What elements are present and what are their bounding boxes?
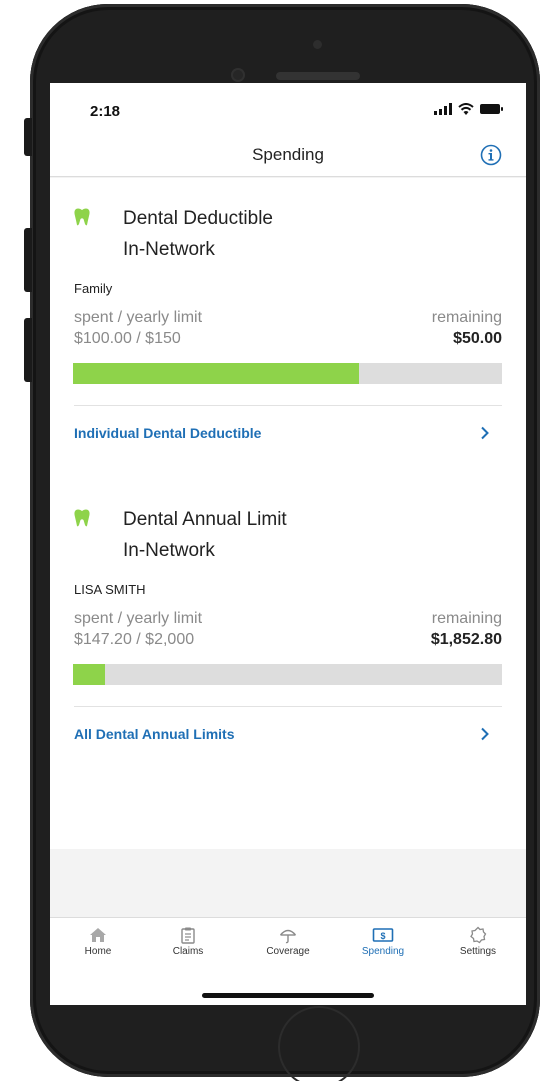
card-title: Dental Annual Limit <box>123 509 287 530</box>
tab-home[interactable]: Home <box>58 926 138 957</box>
progress-bar <box>73 664 502 685</box>
all-annual-limits-link[interactable]: All Dental Annual Limits <box>74 726 235 742</box>
annual-limit-card: Dental Annual Limit In-Network LISA SMIT… <box>50 479 526 849</box>
spent-value: $100.00 / $150 <box>74 330 181 347</box>
remaining-label: remaining <box>431 309 502 326</box>
remaining-value: $50.00 <box>453 330 502 347</box>
chevron-right-icon[interactable] <box>480 727 490 741</box>
tab-claims[interactable]: Claims <box>148 926 228 957</box>
mute-switch <box>24 118 32 156</box>
spent-label: spent / yearly limit <box>74 309 203 326</box>
tab-label: Claims <box>172 946 204 957</box>
tab-label: Spending <box>361 946 405 957</box>
clipboard-icon <box>181 927 195 944</box>
status-icons <box>434 103 504 115</box>
volume-up-button <box>24 228 32 292</box>
tooth-icon <box>74 208 90 226</box>
signal-icon <box>434 103 452 115</box>
progress-fill <box>73 363 360 384</box>
tab-spending[interactable]: $ Spending <box>343 926 423 957</box>
tab-label: Home <box>84 946 112 957</box>
nav-bar: Spending <box>50 135 526 177</box>
individual-deductible-link[interactable]: Individual Dental Deductible <box>74 425 261 441</box>
battery-icon <box>480 104 503 114</box>
spent-value: $147.20 / $2,000 <box>74 631 195 648</box>
remaining-value: $1,852.80 <box>430 631 502 648</box>
svg-text:$: $ <box>380 931 385 941</box>
dollar-card-icon: $ <box>372 928 394 942</box>
earpiece-speaker <box>276 72 360 80</box>
info-icon[interactable] <box>480 144 502 166</box>
app-screen: 2:18 Spending Dental Deductible In-Netwo… <box>50 83 526 1005</box>
proximity-sensor <box>231 68 245 82</box>
page-title: Spending <box>252 145 324 164</box>
progress-bar <box>73 363 502 384</box>
tab-label: Coverage <box>266 946 310 957</box>
wifi-icon <box>458 103 474 115</box>
tab-settings[interactable]: Settings <box>438 926 518 957</box>
tab-label: Settings <box>459 946 497 957</box>
divider <box>74 405 502 406</box>
remaining-label: remaining <box>431 610 502 627</box>
home-icon <box>90 928 106 942</box>
chevron-right-icon[interactable] <box>480 426 490 440</box>
progress-fill <box>73 664 105 685</box>
member-name: LISA SMITH <box>74 582 146 597</box>
gear-icon <box>470 926 487 944</box>
card-subtitle: In-Network <box>123 540 215 561</box>
volume-down-button <box>24 318 32 382</box>
status-bar: 2:18 <box>50 83 526 135</box>
hardware-home-button[interactable] <box>278 1006 360 1081</box>
card-title: Dental Deductible <box>123 208 273 229</box>
home-indicator[interactable] <box>202 993 374 998</box>
tab-bar: Home Claims Coverage $ Spending Settings <box>50 917 526 1005</box>
card-subtitle: In-Network <box>123 239 215 260</box>
divider <box>74 706 502 707</box>
tooth-icon <box>74 509 90 527</box>
spent-label: spent / yearly limit <box>74 610 203 627</box>
tab-coverage[interactable]: Coverage <box>248 926 328 957</box>
umbrella-icon <box>279 929 297 944</box>
member-name: Family <box>74 281 113 296</box>
front-camera <box>313 40 322 49</box>
status-time: 2:18 <box>90 103 121 120</box>
